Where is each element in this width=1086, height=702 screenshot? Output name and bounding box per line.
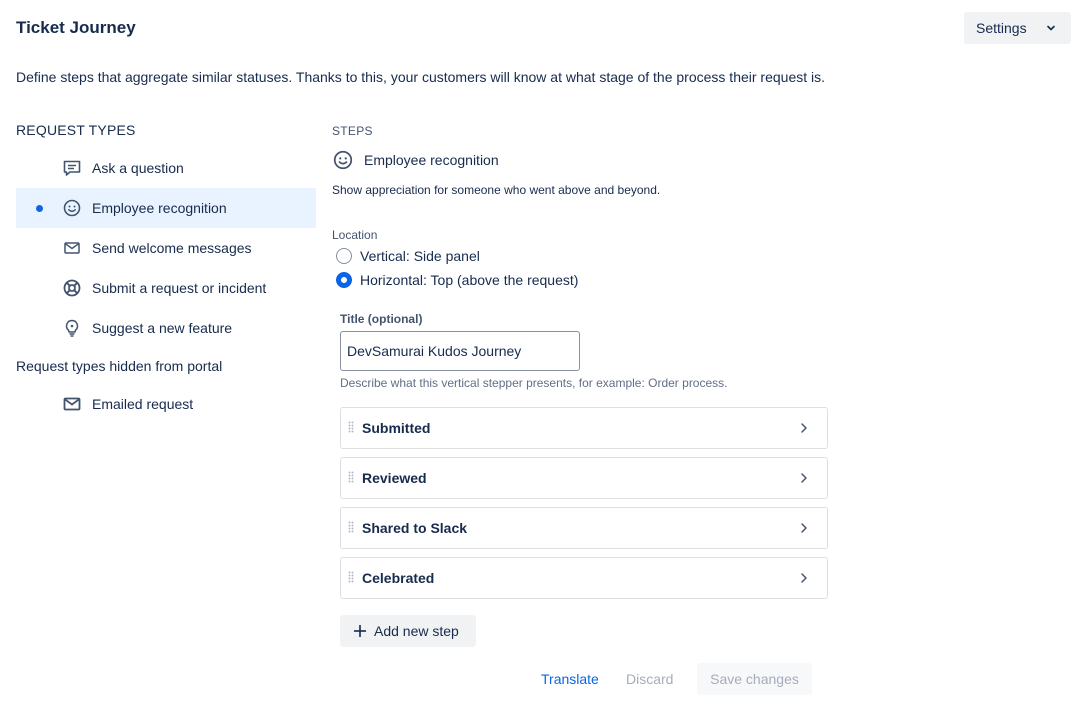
sidebar-item-ask-a-question[interactable]: Ask a question [16, 148, 316, 188]
sidebar-item-suggest-feature[interactable]: Suggest a new feature [16, 308, 316, 348]
title-helper-text: Describe what this vertical stepper pres… [340, 376, 728, 390]
step-label: Celebrated [362, 570, 435, 586]
radio-vertical[interactable] [336, 248, 352, 264]
step-row-celebrated[interactable]: Celebrated [340, 557, 828, 599]
smiley-icon [63, 199, 81, 217]
envelope-icon [63, 397, 81, 411]
radio-label: Vertical: Side panel [360, 248, 480, 264]
sidebar-item-label: Send welcome messages [92, 240, 252, 256]
sidebar-item-label: Suggest a new feature [92, 320, 233, 336]
add-step-label: Add new step [374, 623, 459, 639]
chevron-right-icon [801, 523, 807, 533]
lightbulb-icon [65, 319, 79, 337]
radio-horizontal[interactable] [336, 272, 352, 288]
drag-handle-icon[interactable] [348, 521, 354, 533]
add-new-step-button[interactable]: Add new step [340, 615, 476, 647]
selected-type-description: Show appreciation for someone who went a… [332, 183, 661, 197]
radio-label: Horizontal: Top (above the request) [360, 272, 579, 288]
envelope-icon [64, 242, 80, 254]
sidebar-item-emailed-request[interactable]: Emailed request [16, 384, 316, 424]
sidebar-item-label: Submit a request or incident [92, 280, 267, 296]
sidebar-item-employee-recognition[interactable]: Employee recognition [16, 188, 316, 228]
step-row-reviewed[interactable]: Reviewed [340, 457, 828, 499]
steps-heading: STEPS [332, 124, 373, 138]
chevron-right-icon [801, 573, 807, 583]
step-label: Shared to Slack [362, 520, 468, 536]
request-types-heading: REQUEST TYPES [16, 122, 136, 138]
drag-handle-icon[interactable] [348, 421, 354, 433]
title-field-label: Title (optional) [340, 312, 423, 326]
selected-type-label: Employee recognition [364, 152, 499, 168]
chevron-right-icon [801, 473, 807, 483]
drag-handle-icon[interactable] [348, 471, 354, 483]
location-label: Location [332, 228, 378, 242]
settings-label: Settings [976, 20, 1027, 36]
selected-indicator [36, 205, 43, 212]
step-label: Reviewed [362, 470, 427, 486]
sidebar-item-send-welcome-messages[interactable]: Send welcome messages [16, 228, 316, 268]
sidebar-item-label: Ask a question [92, 160, 184, 176]
step-row-submitted[interactable]: Submitted [340, 407, 828, 449]
chevron-down-icon [1047, 25, 1055, 31]
step-label: Submitted [362, 420, 431, 436]
hidden-types-heading: Request types hidden from portal [16, 358, 223, 374]
page-description: Define steps that aggregate similar stat… [16, 69, 826, 85]
translate-link[interactable]: Translate [541, 671, 599, 687]
save-changes-button[interactable]: Save changes [697, 663, 812, 695]
drag-handle-icon[interactable] [348, 571, 354, 583]
title-input[interactable] [340, 331, 580, 371]
smiley-icon [333, 150, 353, 170]
sidebar-item-label: Emailed request [92, 396, 194, 412]
sidebar-item-label: Employee recognition [92, 200, 227, 216]
chevron-right-icon [801, 423, 807, 433]
sidebar-item-submit-request[interactable]: Submit a request or incident [16, 268, 316, 308]
lifebuoy-icon [63, 279, 81, 297]
chat-icon [63, 160, 81, 176]
settings-button[interactable]: Settings [964, 12, 1071, 44]
step-row-shared-to-slack[interactable]: Shared to Slack [340, 507, 828, 549]
plus-icon [354, 625, 366, 637]
discard-button[interactable]: Discard [626, 671, 673, 687]
page-title: Ticket Journey [16, 18, 136, 37]
